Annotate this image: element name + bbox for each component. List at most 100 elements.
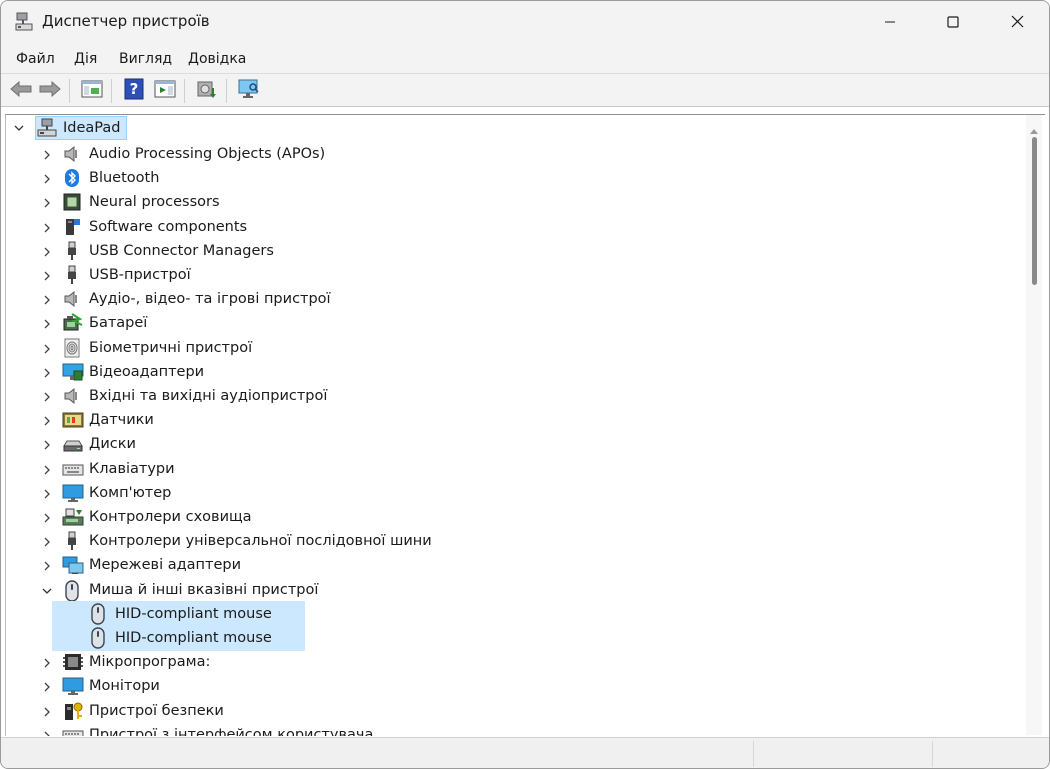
tree-category-label[interactable]: Audio Processing Objects (APOs) bbox=[89, 144, 325, 164]
tree-category-label[interactable]: Миша й інші вказівні пристрої bbox=[89, 580, 318, 600]
bluetooth-icon bbox=[62, 168, 82, 188]
help-button[interactable]: ? bbox=[122, 78, 146, 104]
usb-icon bbox=[62, 531, 82, 551]
tree-category-label[interactable]: Вхідні та вихідні аудіопристрої bbox=[89, 386, 327, 406]
minimize-button[interactable] bbox=[861, 1, 919, 43]
tree-category-label[interactable]: Біометричні пристрої bbox=[89, 338, 252, 358]
device-manager-app-icon bbox=[15, 12, 33, 32]
tree-category-label[interactable]: Комп'ютер bbox=[89, 483, 171, 503]
tree-category-label[interactable]: Bluetooth bbox=[89, 168, 159, 188]
menu-action[interactable]: Дія bbox=[74, 51, 97, 67]
chevron-right-icon[interactable] bbox=[40, 705, 54, 719]
speaker-icon bbox=[62, 289, 82, 309]
maximize-button[interactable] bbox=[924, 1, 982, 43]
chevron-right-icon[interactable] bbox=[40, 535, 54, 549]
computer-network-icon bbox=[36, 118, 57, 138]
close-icon bbox=[1011, 13, 1024, 32]
fingerprint-icon bbox=[62, 338, 82, 358]
tree-category-label[interactable]: Аудіо-, відео- та ігрові пристрої bbox=[89, 289, 331, 309]
action-pane-button[interactable] bbox=[153, 79, 177, 103]
chevron-right-icon[interactable] bbox=[40, 390, 54, 404]
forward-button[interactable] bbox=[38, 79, 62, 103]
console-tree-icon bbox=[81, 79, 103, 103]
tree-root-label[interactable]: IdeaPad bbox=[63, 118, 120, 138]
tree-category-label[interactable]: Контролери універсальної послідовної шин… bbox=[89, 531, 432, 551]
chevron-right-icon[interactable] bbox=[40, 463, 54, 477]
chevron-right-icon[interactable] bbox=[40, 293, 54, 307]
chevron-right-icon[interactable] bbox=[40, 559, 54, 573]
mouse-icon bbox=[88, 603, 108, 625]
network-adapter-icon bbox=[62, 555, 84, 575]
tree-category-label[interactable]: Клавіатури bbox=[89, 459, 175, 479]
tree-category-label[interactable]: Датчики bbox=[89, 410, 154, 430]
chevron-right-icon[interactable] bbox=[40, 221, 54, 235]
chevron-right-icon[interactable] bbox=[40, 729, 54, 736]
tree-category-label[interactable]: Контролери сховища bbox=[89, 507, 252, 527]
tree-category-label[interactable]: Пристрої з інтерфейсом користувача bbox=[89, 725, 373, 736]
tree-device-label[interactable]: HID-compliant mouse bbox=[115, 604, 272, 624]
tree-category-label[interactable]: Монітори bbox=[89, 676, 160, 696]
update-driver-icon bbox=[196, 78, 218, 104]
chevron-right-icon[interactable] bbox=[40, 269, 54, 283]
mouse-icon bbox=[62, 579, 82, 602]
action-pane-icon bbox=[154, 79, 176, 103]
menu-bar: Файл Дія Вигляд Довідка bbox=[1, 43, 1049, 73]
tree-category-label[interactable]: USB Connector Managers bbox=[89, 241, 274, 261]
keyboard-icon bbox=[62, 459, 84, 479]
device-tree[interactable]: IdeaPad Audio Processing Objects (APOs) B… bbox=[5, 114, 1045, 736]
keyboard-icon bbox=[62, 725, 84, 736]
chevron-right-icon[interactable] bbox=[40, 487, 54, 501]
help-icon: ? bbox=[124, 78, 144, 104]
software-component-icon bbox=[62, 217, 82, 237]
chip-icon bbox=[62, 192, 82, 212]
tree-category-label[interactable]: Neural processors bbox=[89, 192, 220, 212]
scroll-up-icon[interactable] bbox=[1030, 119, 1038, 138]
usb-icon bbox=[62, 241, 82, 261]
chevron-right-icon[interactable] bbox=[40, 317, 54, 331]
scrollbar-thumb[interactable] bbox=[1032, 137, 1037, 285]
back-button[interactable] bbox=[9, 79, 33, 103]
tree-category-label[interactable]: Відеоадаптери bbox=[89, 362, 204, 382]
menu-view[interactable]: Вигляд bbox=[119, 51, 172, 67]
monitor-icon bbox=[62, 483, 84, 503]
chevron-right-icon[interactable] bbox=[40, 414, 54, 428]
maximize-icon bbox=[947, 13, 959, 32]
menu-file[interactable]: Файл bbox=[16, 51, 55, 67]
storage-controller-icon bbox=[62, 507, 84, 527]
svg-text:?: ? bbox=[130, 80, 139, 98]
chevron-right-icon[interactable] bbox=[40, 148, 54, 162]
chevron-right-icon[interactable] bbox=[40, 172, 54, 186]
tree-category-label[interactable]: Мікропрограма: bbox=[89, 652, 210, 672]
scan-hardware-changes-button[interactable] bbox=[237, 79, 261, 103]
chevron-right-icon[interactable] bbox=[40, 366, 54, 380]
update-driver-button[interactable] bbox=[195, 79, 219, 103]
chevron-right-icon[interactable] bbox=[40, 438, 54, 452]
vertical-scrollbar[interactable] bbox=[1026, 115, 1042, 735]
chevron-right-icon[interactable] bbox=[40, 196, 54, 210]
chevron-right-icon[interactable] bbox=[40, 342, 54, 356]
disk-icon bbox=[62, 434, 83, 454]
chevron-down-icon[interactable] bbox=[12, 121, 26, 135]
device-manager-window: Диспетчер пристроїв Файл Дія Вигляд Дові… bbox=[0, 0, 1050, 769]
title-bar[interactable]: Диспетчер пристроїв bbox=[1, 1, 1049, 43]
tree-category-label[interactable]: Software components bbox=[89, 217, 247, 237]
show-hide-console-tree-button[interactable] bbox=[80, 79, 104, 103]
tree-category-label[interactable]: Батареї bbox=[89, 313, 147, 333]
tree-device-label[interactable]: HID-compliant mouse bbox=[115, 628, 272, 648]
chevron-right-icon[interactable] bbox=[40, 680, 54, 694]
close-button[interactable] bbox=[988, 1, 1046, 43]
chevron-right-icon[interactable] bbox=[40, 656, 54, 670]
chevron-down-icon[interactable] bbox=[40, 584, 54, 598]
tree-category-label[interactable]: Диски bbox=[89, 434, 136, 454]
menu-help[interactable]: Довідка bbox=[188, 51, 246, 67]
window-title: Диспетчер пристроїв bbox=[42, 12, 210, 30]
monitor-scan-icon bbox=[237, 78, 261, 104]
tree-category-label[interactable]: USB-пристрої bbox=[89, 265, 191, 285]
monitor-icon bbox=[62, 676, 84, 696]
tree-category-label[interactable]: Мережеві адаптери bbox=[89, 555, 241, 575]
battery-icon bbox=[62, 313, 83, 333]
chevron-right-icon[interactable] bbox=[40, 245, 54, 259]
tree-category-label[interactable]: Пристрої безпеки bbox=[89, 701, 224, 721]
toolbar: ? bbox=[1, 73, 1049, 107]
chevron-right-icon[interactable] bbox=[40, 511, 54, 525]
